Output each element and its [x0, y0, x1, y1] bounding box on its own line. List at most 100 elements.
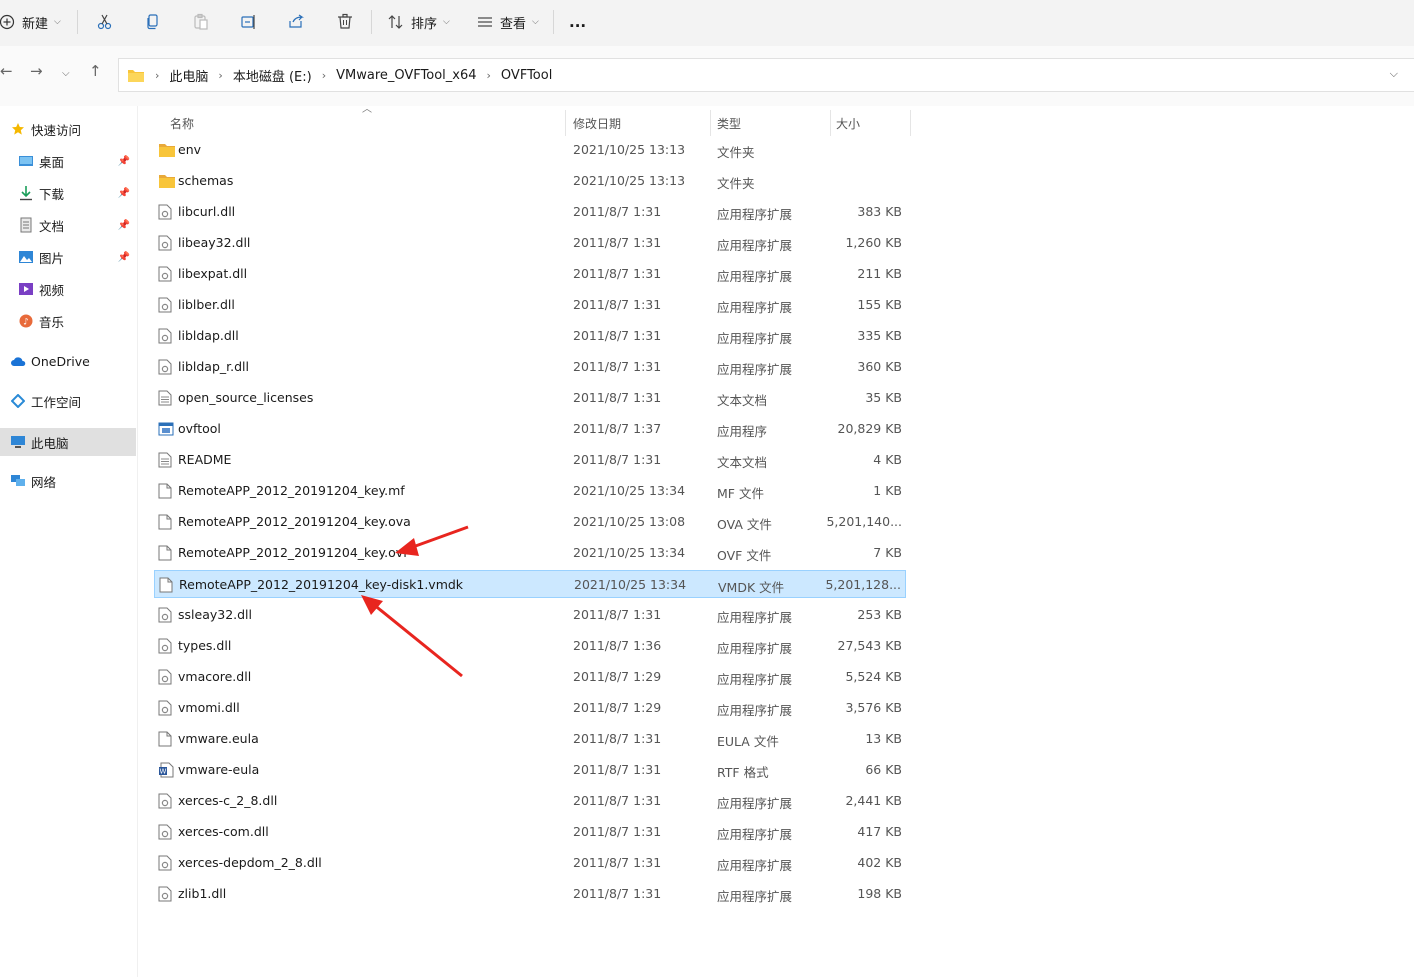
- file-size: 4 KB: [873, 452, 902, 467]
- column-divider[interactable]: [830, 110, 831, 136]
- sidebar-item-quick-access[interactable]: 快速访问: [0, 116, 136, 142]
- column-header-size[interactable]: 大小: [836, 110, 906, 136]
- chevron-down-icon: ⌵: [54, 17, 61, 27]
- sidebar-item-label: 工作空间: [31, 394, 82, 410]
- file-row[interactable]: vmacore.dll 2011/8/7 1:29 应用程序扩展 5,524 KB: [154, 663, 906, 691]
- column-label: 修改日期: [573, 116, 622, 131]
- file-row[interactable]: types.dll 2011/8/7 1:36 应用程序扩展 27,543 KB: [154, 632, 906, 660]
- column-header-type[interactable]: 类型: [717, 110, 827, 136]
- file-row[interactable]: xerces-com.dll 2011/8/7 1:31 应用程序扩展 417 KB: [154, 818, 906, 846]
- sidebar-item-pictures[interactable]: 图片 📌: [0, 244, 136, 270]
- file-date: 2011/8/7 1:31: [573, 886, 662, 901]
- file-name: vmomi.dll: [178, 700, 240, 715]
- file-row[interactable]: xerces-c_2_8.dll 2011/8/7 1:31 应用程序扩展 2,441…: [154, 787, 906, 815]
- file-row[interactable]: Wvmware-eula 2011/8/7 1:31 RTF 格式 66 KB: [154, 756, 906, 784]
- file-size: 155 KB: [857, 297, 902, 312]
- sidebar-item-music[interactable]: ♪ 音乐: [0, 308, 136, 334]
- file-row[interactable]: vmomi.dll 2011/8/7 1:29 应用程序扩展 3,576 KB: [154, 694, 906, 722]
- file-row[interactable]: libexpat.dll 2011/8/7 1:31 应用程序扩展 211 KB: [154, 260, 906, 288]
- breadcrumb-local-disk[interactable]: 本地磁盘 (E:): [233, 66, 312, 85]
- file-row[interactable]: vmware.eula 2011/8/7 1:31 EULA 文件 13 KB: [154, 725, 906, 753]
- more-options-button[interactable]: ...: [569, 8, 586, 36]
- cloud-icon: [10, 353, 26, 369]
- back-arrow-icon[interactable]: ←: [0, 62, 13, 80]
- view-button[interactable]: 查看 ⌵: [476, 8, 539, 36]
- forward-arrow-icon[interactable]: →: [30, 62, 43, 80]
- sidebar-item-downloads[interactable]: 下载 📌: [0, 180, 136, 206]
- column-divider[interactable]: [565, 110, 566, 136]
- file-row[interactable]: README 2011/8/7 1:31 文本文档 4 KB: [154, 446, 906, 474]
- sidebar-item-onedrive[interactable]: OneDrive: [0, 348, 136, 374]
- file-row[interactable]: libldap.dll 2011/8/7 1:31 应用程序扩展 335 KB: [154, 322, 906, 350]
- delete-button[interactable]: [336, 8, 354, 36]
- sidebar-item-this-pc[interactable]: 此电脑: [0, 428, 136, 456]
- video-icon: [18, 281, 34, 297]
- recent-locations-chevron-icon[interactable]: ⌵: [62, 68, 70, 79]
- file-row[interactable]: schemas 2021/10/25 13:13 文件夹: [154, 167, 906, 195]
- file-row[interactable]: RemoteAPP_2012_20191204_key.mf 2021/10/25…: [154, 477, 906, 505]
- column-divider[interactable]: [710, 110, 711, 136]
- address-dropdown-icon[interactable]: ⌵: [1390, 67, 1398, 81]
- music-icon: ♪: [18, 313, 34, 329]
- file-name: libeay32.dll: [178, 235, 251, 250]
- sidebar-item-workspace[interactable]: 工作空间: [0, 388, 136, 414]
- file-size: 417 KB: [857, 824, 902, 839]
- file-list: ︿ 名称 修改日期 类型 大小 env 2021/10/25 13:13 文件夹 sc…: [138, 104, 1414, 977]
- file-name: open_source_licenses: [178, 390, 314, 405]
- file-name: RemoteAPP_2012_20191204_key.ova: [178, 514, 411, 529]
- file-row[interactable]: libldap_r.dll 2011/8/7 1:31 应用程序扩展 360 KB: [154, 353, 906, 381]
- file-row[interactable]: ssleay32.dll 2011/8/7 1:31 应用程序扩展 253 KB: [154, 601, 906, 629]
- file-name: RemoteAPP_2012_20191204_key.mf: [178, 483, 405, 498]
- pin-icon[interactable]: 📌: [118, 156, 130, 167]
- dll-file-icon: [158, 235, 174, 251]
- file-row[interactable]: env 2021/10/25 13:13 文件夹: [154, 136, 906, 164]
- file-icon: [159, 577, 175, 593]
- file-row[interactable]: libcurl.dll 2011/8/7 1:31 应用程序扩展 383 KB: [154, 198, 906, 226]
- cut-button[interactable]: [96, 8, 114, 36]
- file-size: 5,201,128...: [825, 577, 901, 592]
- file-type: 应用程序扩展: [717, 858, 793, 873]
- file-row[interactable]: open_source_licenses 2011/8/7 1:31 文本文档 35 …: [154, 384, 906, 412]
- pin-icon[interactable]: 📌: [118, 188, 130, 199]
- breadcrumb-this-pc[interactable]: 此电脑: [169, 66, 208, 85]
- address-bar[interactable]: › 此电脑 › 本地磁盘 (E:) › VMware_OVFTool_x64 ›…: [118, 58, 1414, 92]
- sort-button[interactable]: 排序 ⌵: [387, 8, 450, 36]
- file-type: 文本文档: [717, 393, 768, 408]
- sidebar-item-documents[interactable]: 文档 📌: [0, 212, 136, 238]
- file-type: RTF 格式: [717, 765, 769, 780]
- sort-label: 排序: [411, 16, 438, 32]
- pin-icon[interactable]: 📌: [118, 252, 130, 263]
- share-button[interactable]: [287, 8, 305, 36]
- file-date: 2021/10/25 13:34: [573, 483, 686, 498]
- new-button[interactable]: 新建 ⌵: [0, 8, 61, 36]
- column-header-name[interactable]: 名称: [170, 110, 560, 136]
- toolbar-divider: [553, 10, 554, 34]
- rename-button[interactable]: [240, 8, 258, 36]
- sidebar-item-videos[interactable]: 视频: [0, 276, 136, 302]
- breadcrumb-vmware-folder[interactable]: VMware_OVFTool_x64: [336, 68, 476, 83]
- column-header-date[interactable]: 修改日期: [573, 110, 711, 136]
- file-row[interactable]: RemoteAPP_2012_20191204_key-disk1.vmdk 20…: [154, 570, 906, 598]
- dll-file-icon: [158, 328, 174, 344]
- up-arrow-icon[interactable]: ↑: [89, 62, 102, 80]
- column-divider[interactable]: [910, 110, 911, 136]
- breadcrumb-ovftool[interactable]: OVFTool: [501, 68, 552, 83]
- copy-button[interactable]: [144, 8, 162, 36]
- sidebar-item-network[interactable]: 网络: [0, 468, 136, 494]
- file-row[interactable]: libeay32.dll 2011/8/7 1:31 应用程序扩展 1,260 KB: [154, 229, 906, 257]
- file-type: 应用程序扩展: [717, 207, 793, 222]
- file-type: 应用程序扩展: [717, 300, 793, 315]
- file-size: 3,576 KB: [845, 700, 902, 715]
- file-row[interactable]: RemoteAPP_2012_20191204_key.ova 2021/10/2…: [154, 508, 906, 536]
- sidebar-item-desktop[interactable]: 桌面 📌: [0, 148, 136, 174]
- file-row[interactable]: zlib1.dll 2011/8/7 1:31 应用程序扩展 198 KB: [154, 880, 906, 908]
- file-row[interactable]: RemoteAPP_2012_20191204_key.ovf 2021/10/2…: [154, 539, 906, 567]
- file-row[interactable]: xerces-depdom_2_8.dll 2011/8/7 1:31 应用程序扩展…: [154, 849, 906, 877]
- paste-button[interactable]: [192, 8, 210, 36]
- file-date: 2011/8/7 1:31: [573, 855, 662, 870]
- file-row[interactable]: ovftool 2011/8/7 1:37 应用程序 20,829 KB: [154, 415, 906, 443]
- file-row[interactable]: liblber.dll 2011/8/7 1:31 应用程序扩展 155 KB: [154, 291, 906, 319]
- trash-icon: [338, 13, 352, 29]
- pin-icon[interactable]: 📌: [118, 220, 130, 231]
- file-date: 2021/10/25 13:34: [573, 545, 686, 560]
